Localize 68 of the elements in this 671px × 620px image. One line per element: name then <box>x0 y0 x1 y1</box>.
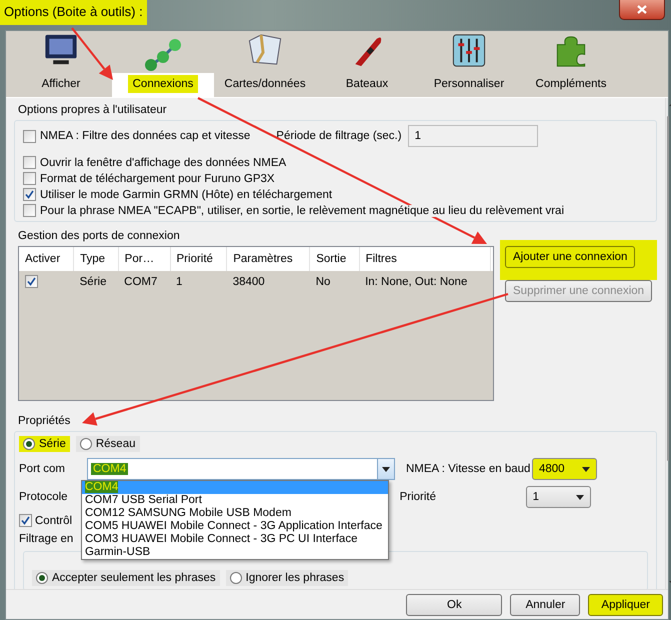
group-title: Gestion des ports de connexion <box>17 230 181 242</box>
column-header[interactable]: Filtres <box>359 247 490 271</box>
group-title: Filtrage en <box>19 533 74 545</box>
dialog-button[interactable]: Annuler <box>510 594 580 616</box>
checkbox-label: Utiliser le mode Garmin GRMN (Hôte) en téléchargement <box>40 188 332 200</box>
table-cell: Série <box>74 271 118 293</box>
column-header[interactable]: Por… <box>118 247 170 271</box>
checkbox[interactable] <box>19 514 32 527</box>
checkbox-label: Ouvrir la fenêtre d'affichage des données NMEA <box>40 156 286 168</box>
checkbox-label: Contrôl <box>35 514 72 526</box>
field-label: Priorité <box>400 491 438 503</box>
checkbox-label: Format de téléchargement pour Furuno GP3X <box>40 172 275 184</box>
dropdown-option[interactable]: COM5 HUAWEI Mobile Connect - 3G Application Interface <box>82 520 388 533</box>
toolbar-tab[interactable]: Cartes/données <box>214 31 316 97</box>
field-label: Période de filtrage (sec.) <box>276 130 402 142</box>
checkbox[interactable] <box>23 156 36 169</box>
toolbar-tab[interactable]: Bateaux <box>316 31 418 97</box>
checkbox[interactable] <box>23 188 36 201</box>
connection-button[interactable]: Ajouter une connexion <box>505 246 636 268</box>
table-cell: 1 <box>170 271 227 293</box>
radio-option[interactable]: Réseau <box>76 436 140 452</box>
column-header[interactable]: Type <box>74 247 118 271</box>
dialog-button[interactable]: Ok <box>406 594 502 616</box>
field-label: Protocole <box>19 491 68 503</box>
input-field[interactable]: 1 <box>408 125 538 147</box>
dropdown-option[interactable]: COM7 USB Serial Port <box>82 494 388 507</box>
close-button[interactable] <box>619 0 665 20</box>
caret-icon <box>582 466 590 472</box>
column-header[interactable]: Priorité <box>170 247 227 271</box>
group-title: Options propres à l'utilisateur <box>17 104 168 116</box>
dropdown-option[interactable]: COM12 SAMSUNG Mobile USB Modem <box>82 507 388 520</box>
column-header[interactable]: Paramètres <box>226 247 310 271</box>
toolbar-tab[interactable]: Compléments <box>520 31 622 97</box>
checkbox[interactable] <box>23 172 36 185</box>
checkbox-label: Pour la phrase NMEA "ECAPB", utiliser, en sortie, le relèvement magnétique au lieu du relèvement vrai <box>40 204 564 216</box>
close-icon <box>637 5 647 14</box>
window-title: Options (Boite à outils) : <box>0 0 147 25</box>
dropdown-option[interactable]: COM3 HUAWEI Mobile Connect - 3G PC UI Interface <box>82 533 388 546</box>
caret-icon <box>576 494 584 500</box>
table-cell: COM7 <box>118 271 170 293</box>
dropdown-button[interactable] <box>377 459 394 479</box>
annotation-arrow <box>71 27 113 80</box>
radio-option[interactable]: Ignorer les phrases <box>226 570 348 586</box>
radio-button[interactable] <box>80 438 92 450</box>
radio-button[interactable] <box>23 438 35 450</box>
toolbar-tab[interactable]: Personnaliser <box>418 31 520 97</box>
group-title: Propriétés <box>17 415 72 427</box>
dialog-button[interactable]: Appliquer <box>588 594 663 616</box>
checkbox[interactable] <box>23 204 36 217</box>
checkbox-label: NMEA : Filtre des données cap et vitesse <box>40 130 250 142</box>
dropdown-option[interactable]: Garmin-USB <box>82 546 388 559</box>
table-cell: 38400 <box>226 271 310 293</box>
radio-button[interactable] <box>36 572 48 584</box>
radio-option[interactable]: Série <box>19 436 70 452</box>
radio-option[interactable]: Accepter seulement les phrases <box>32 570 220 586</box>
column-header[interactable]: Sortie <box>310 247 360 271</box>
field-label: Port com <box>19 463 66 475</box>
caret-icon <box>382 466 390 472</box>
scrollbar-thumb[interactable] <box>667 116 670 461</box>
scrollbar[interactable] <box>665 98 668 589</box>
radio-button[interactable] <box>230 572 242 584</box>
checkbox[interactable] <box>23 130 36 142</box>
table-cell: In: None, Out: None <box>359 271 490 293</box>
column-header[interactable]: Activer <box>19 247 74 271</box>
checkbox[interactable] <box>25 275 38 288</box>
table-cell: No <box>310 271 360 293</box>
priority-select[interactable]: 1 <box>526 486 591 508</box>
baud-select[interactable]: 4800 <box>532 458 597 480</box>
